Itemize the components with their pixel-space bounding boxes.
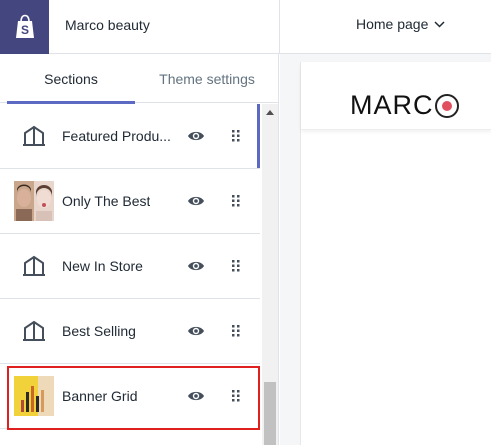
section-layout-icon bbox=[14, 116, 54, 156]
section-row-new-in-store[interactable]: New In Store bbox=[0, 234, 260, 299]
shopify-bag-icon: S bbox=[15, 14, 34, 38]
scrollbar-thumb[interactable] bbox=[264, 382, 276, 445]
shopify-logo[interactable]: S bbox=[0, 0, 49, 54]
section-layout-icon bbox=[14, 246, 54, 286]
preview-frame: MARC bbox=[300, 62, 491, 445]
tab-sections[interactable]: Sections bbox=[7, 54, 135, 104]
drag-handle-icon[interactable] bbox=[230, 386, 242, 406]
editor-sidebar: Sections Theme settings Featured Produ..… bbox=[0, 54, 279, 445]
top-bar: S Marco beauty Home page bbox=[0, 0, 491, 54]
section-label: Banner Grid bbox=[62, 388, 138, 404]
page-select-label: Home page bbox=[356, 16, 429, 32]
scroll-up-arrow-icon[interactable] bbox=[262, 104, 278, 120]
section-row-only-the-best[interactable]: Only The Best bbox=[0, 169, 260, 234]
drag-handle-icon[interactable] bbox=[230, 191, 242, 211]
eye-icon[interactable] bbox=[186, 386, 206, 406]
section-row-featured-products[interactable]: Featured Produ... bbox=[0, 104, 260, 169]
section-layout-icon bbox=[14, 311, 54, 351]
eye-icon[interactable] bbox=[186, 191, 206, 211]
tab-theme-settings[interactable]: Theme settings bbox=[140, 54, 274, 103]
section-row-banner-grid[interactable]: Banner Grid bbox=[0, 364, 260, 429]
chevron-down-icon bbox=[434, 20, 445, 28]
sidebar-tabs: Sections Theme settings bbox=[0, 54, 279, 104]
banner-thumbnail-image bbox=[14, 376, 54, 416]
sections-scrollbar[interactable] bbox=[262, 104, 278, 445]
store-preview-pane: MARC bbox=[280, 54, 491, 445]
portrait-thumbnail-image bbox=[14, 181, 54, 221]
section-label: New In Store bbox=[62, 258, 143, 274]
eye-icon[interactable] bbox=[186, 256, 206, 276]
eye-icon[interactable] bbox=[186, 126, 206, 146]
page-select-dropdown[interactable]: Home page bbox=[356, 16, 445, 32]
section-label: Only The Best bbox=[62, 193, 151, 209]
store-name: Marco beauty bbox=[65, 17, 150, 33]
brand-logo[interactable]: MARC bbox=[350, 90, 459, 121]
section-row-best-selling[interactable]: Best Selling bbox=[0, 299, 260, 364]
drag-handle-icon[interactable] bbox=[230, 256, 242, 276]
sections-list: Featured Produ... Only The Best New In S… bbox=[0, 104, 260, 445]
brand-o-dot-icon bbox=[434, 93, 459, 118]
drag-handle-icon[interactable] bbox=[230, 321, 242, 341]
eye-icon[interactable] bbox=[186, 321, 206, 341]
section-label: Featured Produ... bbox=[62, 128, 170, 144]
svg-text:S: S bbox=[20, 23, 28, 37]
drag-handle-icon[interactable] bbox=[230, 126, 242, 146]
section-label: Best Selling bbox=[62, 323, 136, 339]
preview-header: MARC bbox=[301, 62, 491, 130]
topbar-divider bbox=[279, 0, 280, 54]
brand-wordmark: MARC bbox=[350, 90, 434, 120]
